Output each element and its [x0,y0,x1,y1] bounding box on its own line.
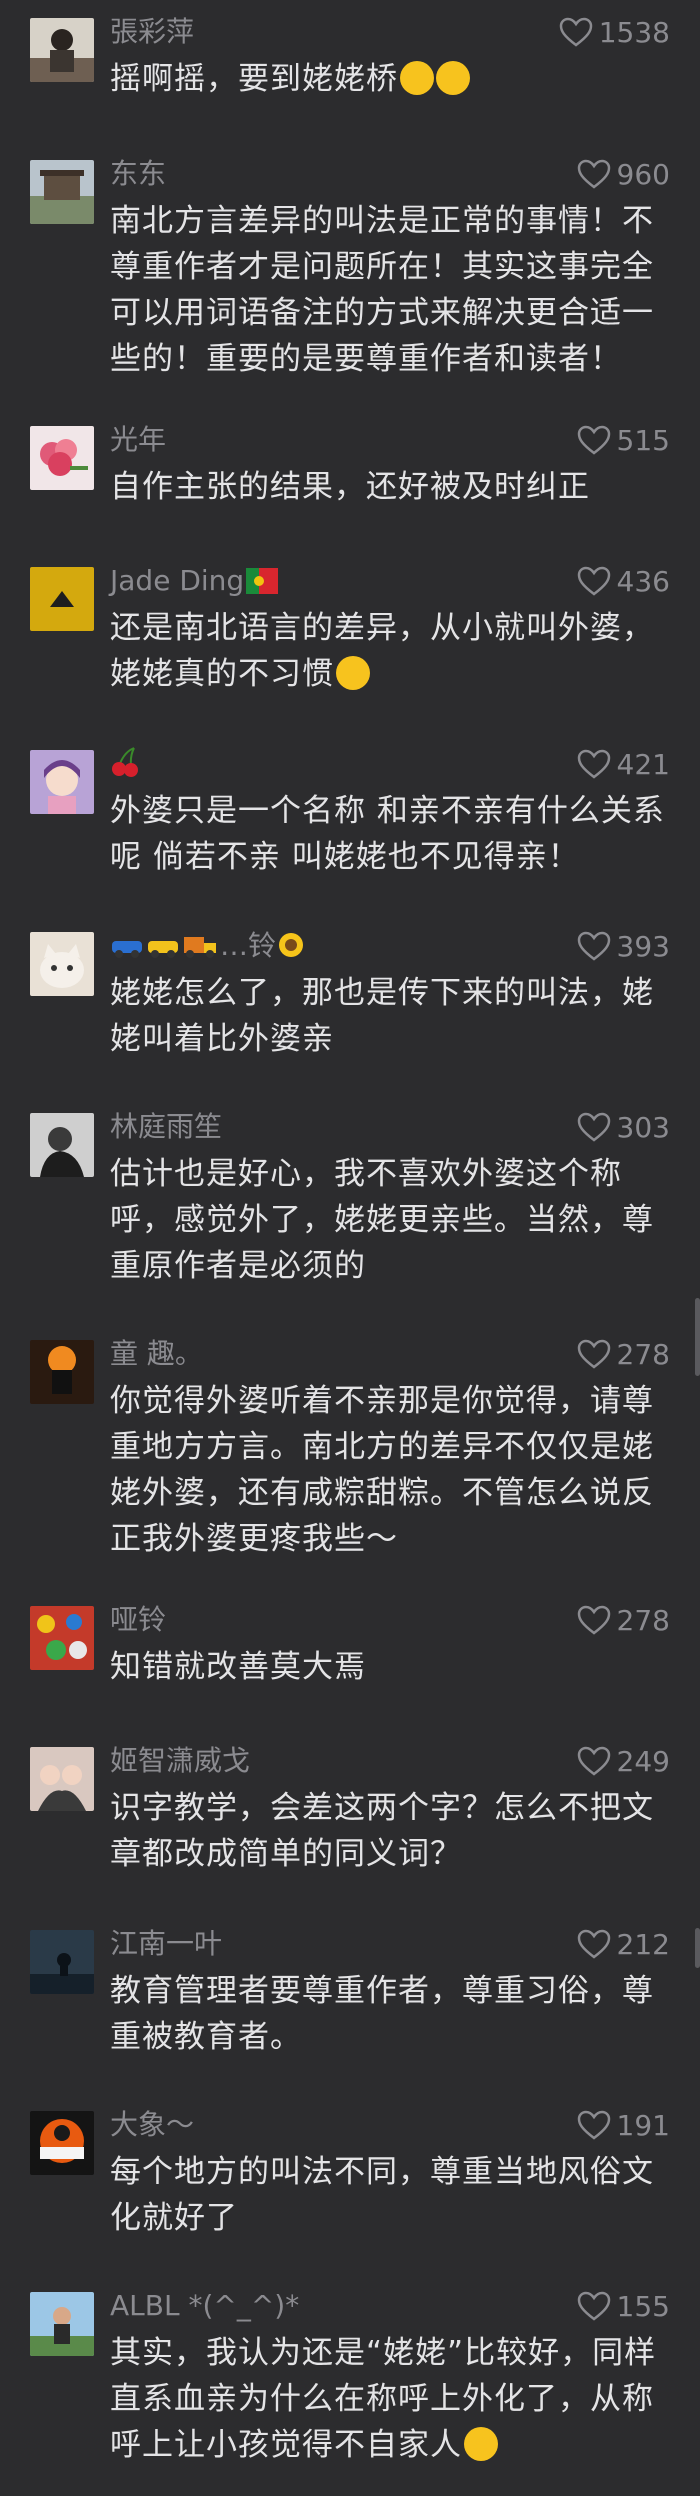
heart-icon [577,749,610,779]
comment-text: 每个地方的叫法不同，尊重当地风俗文化就好了 [110,2154,654,2236]
heart-icon [559,17,592,47]
heart-icon [577,566,610,596]
avatar[interactable] [30,1606,94,1670]
like-button[interactable]: 421 [577,744,670,784]
comment-author[interactable]: 哑铃 [110,1600,166,1640]
pleading-face-emoji [336,656,370,690]
comment-author[interactable]: 林庭雨笙 [110,1107,222,1147]
comment-author[interactable] [110,744,140,784]
avatar[interactable] [30,1747,94,1811]
comment-text: 自作主张的结果，还好被及时纠正 [110,469,590,505]
heart-icon [577,159,610,189]
like-button[interactable]: 278 [577,1600,670,1640]
truck-emoji [184,937,216,958]
scrollbar[interactable] [695,1298,700,1376]
like-count: 155 [616,2289,670,2323]
avatar[interactable] [30,2111,94,2175]
heart-icon [577,1746,610,1776]
crying-laughing-emoji [400,61,434,95]
like-button[interactable]: 155 [577,2286,670,2326]
like-button[interactable]: 191 [577,2105,670,2145]
comment-author[interactable]: 童 趣。 [110,1334,203,1374]
like-button[interactable]: 960 [577,154,670,194]
car-emoji [112,941,142,958]
like-button[interactable]: 436 [577,561,670,601]
comment-author[interactable]: 光年 [110,420,166,460]
avatar[interactable] [30,18,94,82]
avatar[interactable] [30,1930,94,1994]
avatar[interactable] [30,2292,94,2356]
comment-text: 你觉得外婆听着不亲那是你觉得，请尊重地方方言。南北方的差异不仅仅是姥姥外婆，还有… [110,1383,654,1557]
comment-text: 南北方言差异的叫法是正常的事情！不尊重作者才是问题所在！其实这事完全可以用词语备… [110,203,654,377]
comment-text: 姥姥怎么了，那也是传下来的叫法，姥姥叫着比外婆亲 [110,975,654,1057]
heart-icon [577,2110,610,2140]
avatar[interactable] [30,1113,94,1177]
heart-icon [577,425,610,455]
comment-text: 其实，我认为还是“姥姥”比较好，同样直系血亲为什么在称呼上外化了，从称呼上让小孩… [110,2335,657,2463]
like-count: 1538 [598,15,670,49]
heart-icon [577,1339,610,1369]
taxi-emoji [148,941,178,958]
like-button[interactable]: 393 [577,926,670,966]
comment-text: 外婆只是一个名称 和亲不亲有什么关系呢 倘若不亲 叫姥姥也不见得亲！ [110,793,665,875]
avatar[interactable] [30,932,94,996]
like-button[interactable]: 1538 [559,12,670,52]
heart-icon [577,2291,610,2321]
comment-author[interactable]: 东东 [110,154,166,194]
comment-author[interactable]: ALBL *(^_^)* [110,2286,299,2326]
comment-text: 还是南北语言的差异，从小就叫外婆，姥姥真的不习惯 [110,610,654,692]
like-button[interactable]: 249 [577,1741,670,1781]
avatar[interactable] [30,1340,94,1404]
heart-icon [577,1605,610,1635]
portugal-flag-emoji [246,568,279,594]
like-count: 436 [616,564,670,598]
avatar[interactable] [30,426,94,490]
comment-text: 摇啊摇，要到姥姥桥 [110,56,670,102]
like-count: 515 [616,423,670,457]
crying-laughing-emoji [436,61,470,95]
comment-author[interactable]: 姬智潇威戈 [110,1741,250,1781]
like-count: 212 [616,1927,670,1961]
like-count: 421 [616,747,670,781]
avatar[interactable] [30,160,94,224]
heart-icon [577,1929,610,1959]
like-count: 191 [616,2108,670,2142]
avatar[interactable] [30,750,94,814]
like-button[interactable]: 278 [577,1334,670,1374]
sunflower-emoji [279,933,304,957]
comment-author[interactable]: 江南一叶 [110,1924,222,1964]
comment-text: 识字教学，会差这两个字？怎么不把文章都改成简单的同义词？ [110,1790,654,1872]
like-count: 960 [616,157,670,191]
comment-author[interactable]: …铃 [110,926,306,966]
comment-text: 估计也是好心，我不喜欢外婆这个称呼，感觉外了，姥姥更亲些。当然，尊重原作者是必须… [110,1156,654,1284]
comment-text: 教育管理者要尊重作者，尊重习俗，尊重被教育者。 [110,1973,654,2055]
like-button[interactable]: 212 [577,1924,670,1964]
scrollbar[interactable] [695,1928,700,1968]
flushed-face-emoji [464,2427,498,2461]
heart-icon [577,1112,610,1142]
comment-author[interactable]: Jade Ding [110,561,279,601]
heart-icon [577,931,610,961]
like-button[interactable]: 515 [577,420,670,460]
like-button[interactable]: 303 [577,1107,670,1147]
like-count: 278 [616,1337,670,1371]
like-count: 303 [616,1110,670,1144]
like-count: 393 [616,929,670,963]
comment-author[interactable]: 大象～ [110,2105,194,2145]
like-count: 278 [616,1603,670,1637]
cherries-emoji [112,747,138,777]
comment-text: 知错就改善莫大焉 [110,1649,366,1685]
comment-author[interactable]: 張彩萍 [110,12,194,52]
like-count: 249 [616,1744,670,1778]
avatar[interactable] [30,567,94,631]
